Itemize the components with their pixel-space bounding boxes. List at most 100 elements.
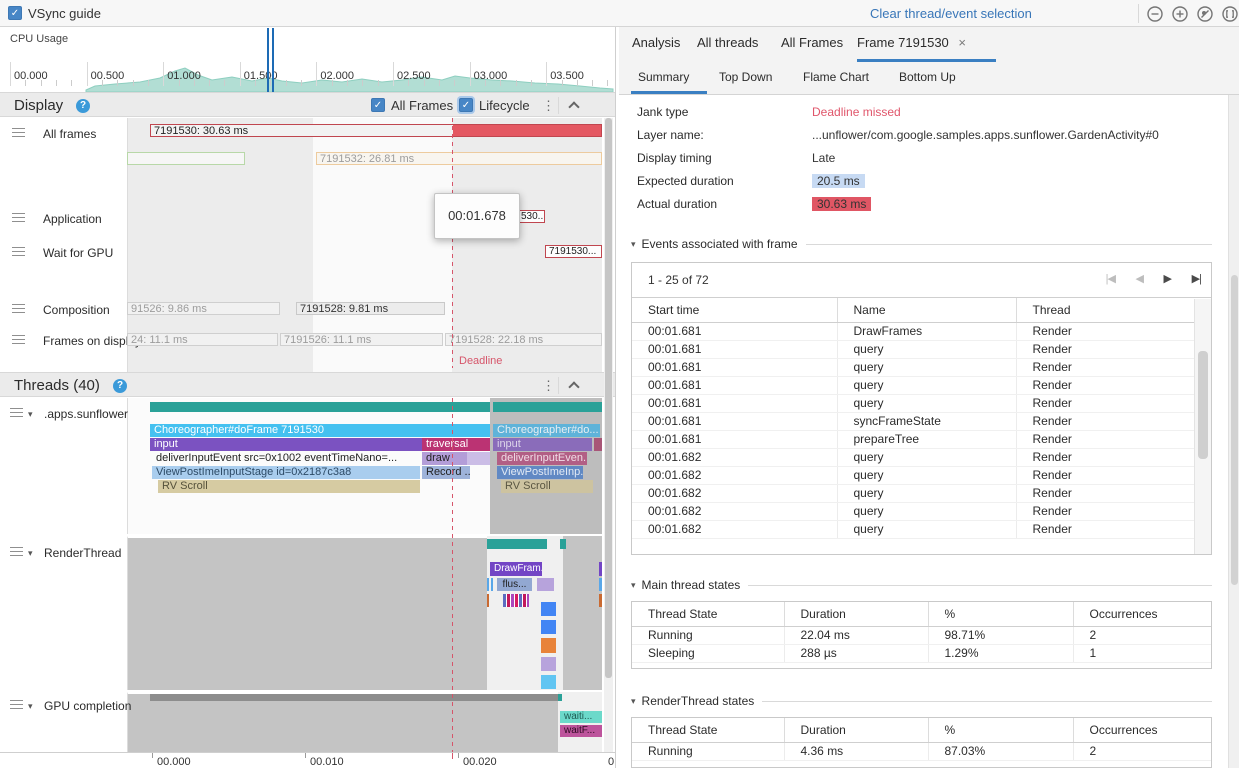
column-header[interactable]: % [928,718,1073,742]
column-header[interactable]: Thread State [632,718,784,742]
drag-handle-icon[interactable] [12,304,25,313]
frame-bar-on-display-1[interactable]: 24: 11.1 ms [127,333,278,346]
trace-event-bar[interactable] [467,452,490,465]
trace-event-bar[interactable] [599,594,602,607]
trace-event-bar-rv-scroll-dim[interactable]: RV Scroll [501,480,593,493]
help-icon[interactable]: ? [76,99,90,113]
right-scrollbar-thumb[interactable] [1231,275,1238,585]
frame-bar-wait-gpu[interactable]: 7191530... [545,245,602,258]
drag-handle-icon[interactable] [10,547,23,556]
kebab-menu-icon[interactable]: ⋮ [542,378,555,394]
collapse-triangle-icon[interactable]: ▾ [631,696,636,707]
table-row[interactable]: 00:01.681queryRender [632,376,1194,394]
thread-state-bar-running[interactable] [150,402,490,412]
trace-event-bar[interactable] [491,578,493,591]
table-row[interactable]: 00:01.682queryRender [632,484,1194,502]
tab-all-threads[interactable]: All threads [697,35,758,50]
trace-event-bar-choreographer-dim[interactable]: Choreographer#do... [493,424,600,437]
table-row[interactable]: 00:01.681queryRender [632,358,1194,376]
trace-event-bar-wait-fence[interactable]: waitF... [560,725,602,737]
collapse-chevron-icon[interactable] [568,101,579,112]
expand-triangle-icon[interactable]: ▾ [28,701,33,712]
table-row[interactable]: 00:01.682queryRender [632,502,1194,520]
frame-bar-selected[interactable]: 7191530: 30.63 ms [150,124,602,137]
frame-bar-lifecycle-prev[interactable] [127,152,245,165]
subtab-flame-chart[interactable]: Flame Chart [803,70,869,84]
drag-handle-icon[interactable] [12,335,25,344]
trace-event-bar-choreographer[interactable]: Choreographer#doFrame 7191530 [150,424,490,437]
events-scrollbar-thumb[interactable] [1198,351,1208,459]
thread-state-bar-running[interactable] [487,539,547,549]
trace-event-bar-draw[interactable]: draw [422,452,467,465]
pane-divider[interactable] [615,27,616,768]
vsync-guide-checkbox[interactable] [8,6,22,20]
trace-event-bar-rv-scroll[interactable]: RV Scroll [158,480,420,493]
trace-event-bar[interactable] [537,578,554,591]
close-icon[interactable]: × [958,35,966,50]
tab-all-frames[interactable]: All Frames [781,35,843,50]
thread-state-bar-running[interactable] [560,539,566,549]
collapse-triangle-icon[interactable]: ▾ [631,239,636,250]
help-icon[interactable]: ? [113,379,127,393]
trace-event-bar[interactable] [541,675,556,689]
zoom-in-icon[interactable] [1171,5,1189,23]
table-row[interactable]: Running22.04 ms98.71%2 [632,626,1211,644]
collapse-chevron-icon[interactable] [568,381,579,392]
column-header[interactable]: Name [837,298,1016,322]
trace-event-stripes[interactable] [503,594,529,607]
expand-triangle-icon[interactable]: ▾ [28,409,33,420]
events-section-title-row[interactable]: ▾ Events associated with frame [631,237,1212,251]
frame-bar-on-display-3[interactable]: 7191528: 22.18 ms [445,333,602,346]
trace-event-bar[interactable] [599,562,602,576]
trace-event-bar[interactable] [487,578,489,591]
selection-marker-right[interactable] [272,28,274,92]
drag-handle-icon[interactable] [12,213,25,222]
pager-prev-icon[interactable]: ◀ [1136,272,1143,285]
zoom-out-icon[interactable] [1146,5,1164,23]
thread-state-bar[interactable] [150,694,558,701]
trace-event-bar[interactable] [541,638,556,653]
events-scrollbar-track[interactable] [1194,299,1211,555]
right-scrollbar-track[interactable] [1228,95,1239,768]
table-row[interactable]: 00:01.681prepareTreeRender [632,430,1194,448]
table-row[interactable]: 00:01.681DrawFramesRender [632,322,1194,340]
drag-handle-icon[interactable] [10,700,23,709]
pager-last-icon[interactable]: ▶| [1192,272,1201,285]
table-row[interactable]: Running4.36 ms87.03%2 [632,742,1211,760]
trace-event-bar-deliver-input[interactable]: deliverInputEvent src=0x1002 eventTimeNa… [152,452,420,465]
trace-event-bar-waiting[interactable]: waiti... [560,711,602,723]
table-row[interactable]: Sleeping288 µs1.29%1 [632,644,1211,662]
column-header[interactable]: % [928,602,1073,626]
reset-zoom-icon[interactable] [1196,5,1214,23]
trace-event-bar-view-post-ime[interactable]: ViewPostImeInputStage id=0x2187c3a8 [152,466,420,479]
pager-first-icon[interactable]: |◀ [1106,272,1115,285]
drag-handle-icon[interactable] [12,128,25,137]
column-header[interactable]: Duration [784,602,928,626]
trace-event-bar-input[interactable]: input [150,438,422,451]
trace-event-bar[interactable] [487,594,489,607]
table-row[interactable]: 00:01.681queryRender [632,340,1194,358]
selection-marker-left[interactable] [267,28,269,92]
table-row[interactable]: 00:01.681queryRender [632,394,1194,412]
subtab-summary[interactable]: Summary [638,70,689,84]
trace-event-bar-deliver-input-dim[interactable]: deliverInputEven... [497,452,587,465]
subtab-bottom-up[interactable]: Bottom Up [899,70,956,84]
trace-event-bar[interactable] [541,620,556,634]
main-states-title-row[interactable]: ▾ Main thread states [631,578,1212,592]
column-header[interactable]: Occurrences [1073,718,1211,742]
frame-bar-lifecycle[interactable]: 7191532: 26.81 ms [316,152,602,165]
trace-event-bar[interactable] [594,438,602,451]
thread-state-bar-running[interactable] [493,402,602,412]
column-header[interactable]: Occurrences [1073,602,1211,626]
tab-analysis[interactable]: Analysis [632,35,680,50]
clear-selection-link[interactable]: Clear thread/event selection [870,6,1032,21]
table-row[interactable]: 00:01.682queryRender [632,520,1194,538]
drag-handle-icon[interactable] [12,247,25,256]
drag-handle-icon[interactable] [10,408,23,417]
trace-event-bar[interactable] [541,602,556,616]
trace-event-bar-view-post-ime-dim[interactable]: ViewPostImeInp... [497,466,583,479]
subtab-top-down[interactable]: Top Down [719,70,772,84]
column-header[interactable]: Thread [1016,298,1194,322]
tab-frame[interactable]: Frame 7191530 × [857,35,966,50]
trace-event-bar-traversal[interactable]: traversal [422,438,490,451]
